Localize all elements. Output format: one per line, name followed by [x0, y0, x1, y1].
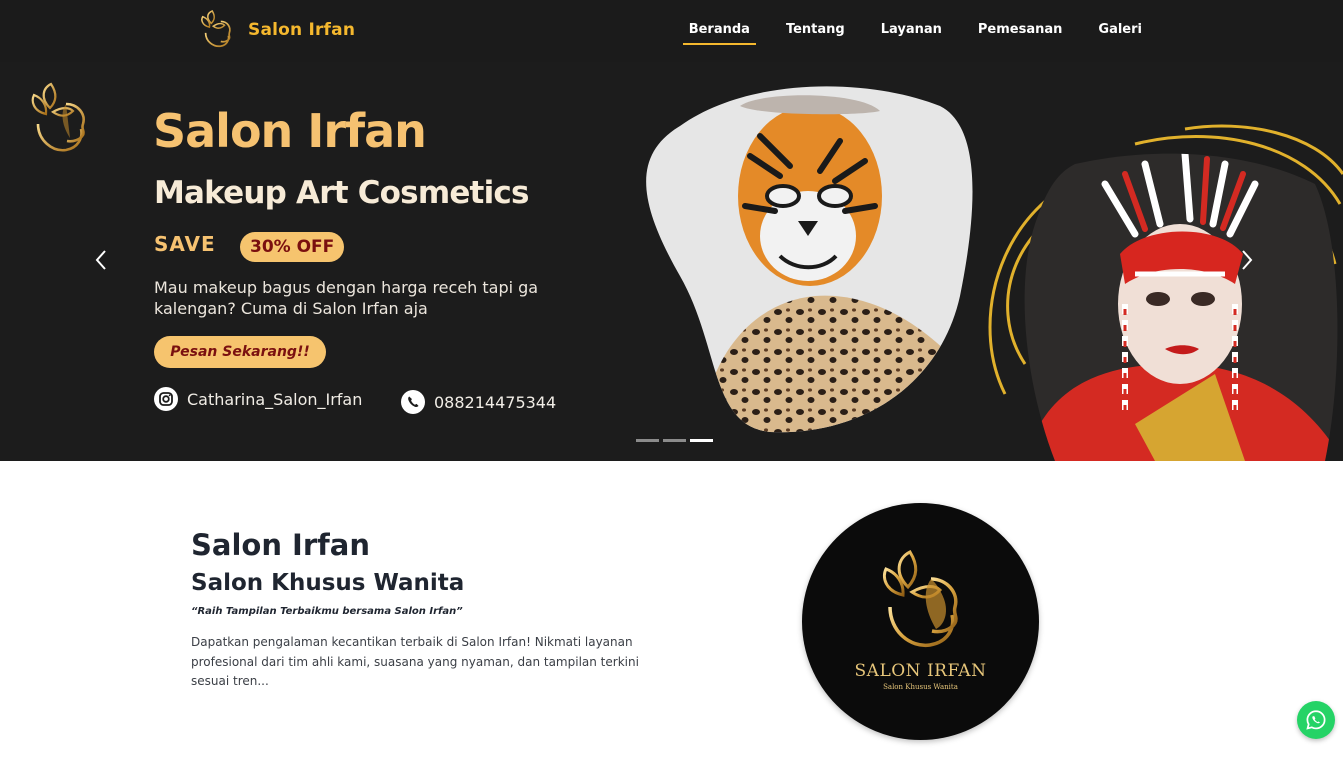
carousel-indicators	[636, 439, 713, 442]
phone-icon	[401, 390, 425, 414]
hero-carousel: Salon Irfan Makeup Art Cosmetics SAVE 30…	[0, 62, 1343, 461]
whatsapp-icon	[1306, 710, 1326, 730]
hero-save-label: SAVE	[154, 232, 216, 256]
carousel-indicator-active[interactable]	[690, 439, 713, 442]
order-now-button[interactable]: Pesan Sekarang!!	[154, 336, 326, 368]
phone-number: 088214475344	[434, 392, 557, 412]
navbar: Salon Irfan Beranda Tentang Layanan Peme…	[0, 0, 1343, 62]
instagram-icon	[154, 387, 178, 411]
nav-item-layanan[interactable]: Layanan	[875, 22, 948, 45]
tiger-makeup-photo	[646, 86, 973, 433]
hero-title: Salon Irfan	[153, 104, 427, 158]
nav-item-beranda[interactable]: Beranda	[682, 22, 756, 45]
discount-badge: 30% OFF	[240, 232, 345, 262]
chevron-left-icon	[95, 250, 106, 270]
salon-logo-icon	[31, 82, 85, 152]
about-tagline: “Raih Tampilan Terbaikmu bersama Salon I…	[191, 606, 463, 617]
whatsapp-button[interactable]	[1297, 701, 1335, 739]
about-subtitle: Salon Khusus Wanita	[191, 570, 465, 596]
nav-item-pemesanan[interactable]: Pemesanan	[972, 22, 1069, 45]
logo-brand-tagline: Salon Khusus Wanita	[883, 683, 958, 691]
hero-subtitle: Makeup Art Cosmetics	[154, 175, 529, 211]
hero-description: Mau makeup bagus dengan harga receh tapi…	[154, 278, 539, 318]
carousel-indicator[interactable]	[636, 439, 659, 442]
brand-name: Salon Irfan	[248, 20, 356, 40]
salon-logo-badge: SALON IRFAN Salon Khusus Wanita	[802, 503, 1039, 740]
logo-brand-name: SALON IRFAN	[854, 661, 987, 681]
salon-logo-icon	[201, 10, 231, 48]
carousel-prev-button[interactable]	[86, 242, 116, 278]
salon-logo-icon	[882, 550, 958, 648]
carousel-next-button[interactable]	[1232, 242, 1262, 278]
phone-contact[interactable]: 088214475344	[401, 390, 556, 414]
brand-link[interactable]: Salon Irfan	[198, 10, 355, 50]
carousel-indicator[interactable]	[663, 439, 686, 442]
chevron-right-icon	[1242, 250, 1253, 270]
nav-item-tentang[interactable]: Tentang	[780, 22, 851, 45]
main-nav: Beranda Tentang Layanan Pemesanan Galeri	[682, 22, 1148, 45]
about-title: Salon Irfan	[191, 528, 370, 562]
about-description: Dapatkan pengalaman kecantikan terbaik d…	[191, 635, 639, 688]
instagram-contact[interactable]: Catharina_Salon_Irfan	[154, 387, 362, 411]
instagram-handle: Catharina_Salon_Irfan	[187, 389, 363, 409]
red-white-makeup-photo	[988, 124, 1343, 461]
nav-item-galeri[interactable]: Galeri	[1092, 22, 1148, 45]
